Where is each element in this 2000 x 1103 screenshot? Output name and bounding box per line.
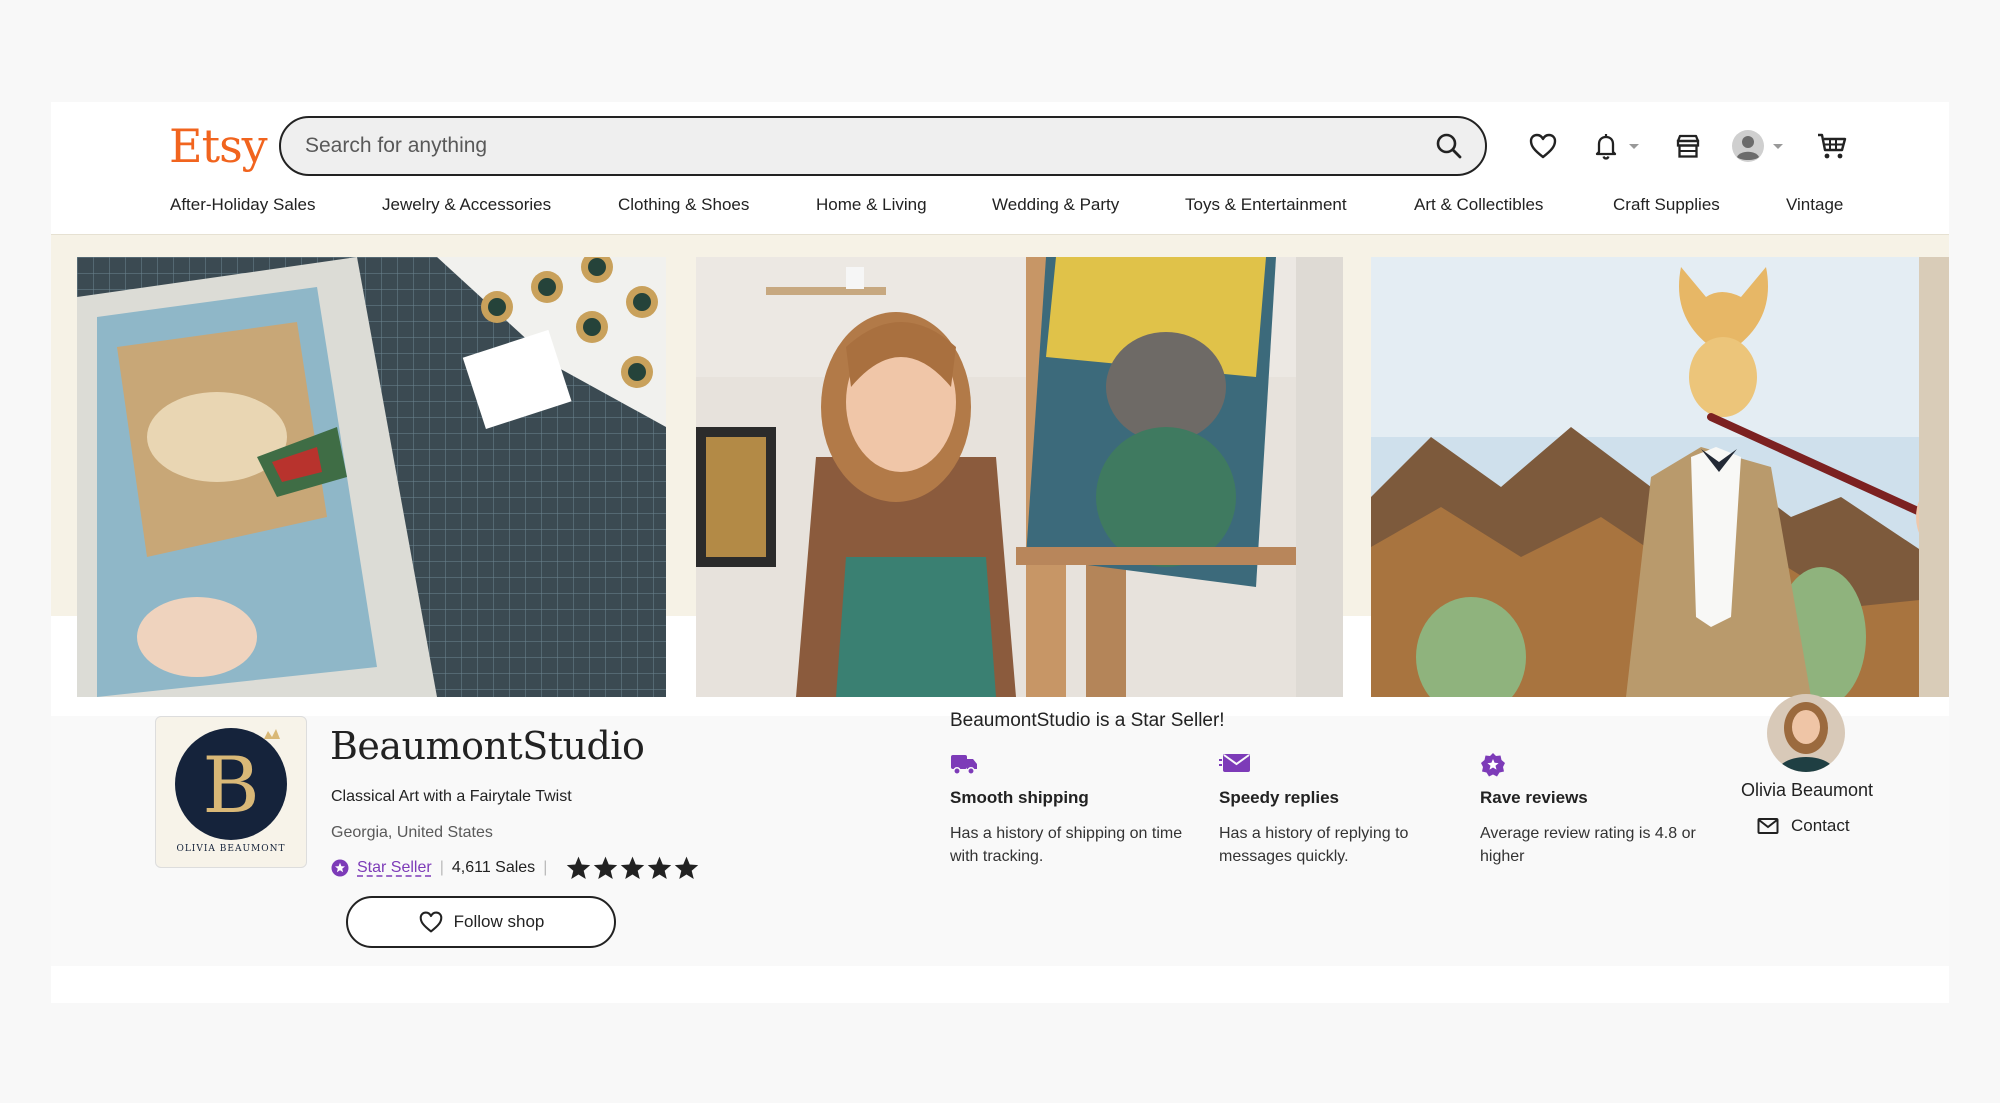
mail-icon <box>1757 818 1779 834</box>
divider: | <box>439 859 444 876</box>
cart-button[interactable] <box>1816 126 1848 166</box>
feature-smooth-shipping: Smooth shipping Has a history of shippin… <box>950 752 1210 868</box>
search-icon <box>1436 133 1462 159</box>
nav-item-home-living[interactable]: Home & Living <box>816 194 927 216</box>
shop-manager-button[interactable] <box>1673 126 1703 166</box>
banner-photo-prints <box>77 257 666 697</box>
star-seller-heading: BeaumontStudio is a Star Seller! <box>950 710 1225 731</box>
feature-description: Has a history of shipping on time with t… <box>950 825 1183 865</box>
account-button[interactable] <box>1731 126 1785 166</box>
nav-item-craft-supplies[interactable]: Craft Supplies <box>1613 194 1720 216</box>
truck-icon <box>951 755 977 775</box>
star-badge-icon <box>1481 753 1505 777</box>
search-bar <box>279 116 1487 176</box>
star-seller-link[interactable]: Star Seller <box>357 859 432 877</box>
feature-title: Smooth shipping <box>950 788 1089 807</box>
nav-item-wedding-party[interactable]: Wedding & Party <box>992 194 1119 216</box>
star-icon <box>594 856 618 880</box>
feature-description: Has a history of replying to messages qu… <box>1219 825 1409 865</box>
nav-item-toys-entertainment[interactable]: Toys & Entertainment <box>1185 194 1347 216</box>
feature-title: Speedy replies <box>1219 788 1340 807</box>
divider: | <box>543 859 548 876</box>
nav-item-jewelry-accessories[interactable]: Jewelry & Accessories <box>382 194 551 216</box>
shop-info-section: B OLIVIA BEAUMONT BeaumontStudio Classic… <box>51 694 1949 966</box>
bell-icon <box>1595 134 1617 160</box>
page-frame: Etsy Search for anything After-Holiday S… <box>51 102 1949 1003</box>
shop-location: Georgia, United States <box>331 824 493 841</box>
notifications-button[interactable] <box>1591 126 1641 166</box>
envelope-icon <box>1219 754 1250 772</box>
star-icon <box>675 856 699 880</box>
search-input[interactable] <box>305 130 1385 162</box>
search-button[interactable] <box>1431 128 1467 164</box>
nav-item-art-collectibles[interactable]: Art & Collectibles <box>1414 194 1543 216</box>
shop-sales-count: 4,611 Sales <box>451 859 536 876</box>
star-icon <box>567 856 591 880</box>
follow-shop-button[interactable]: Follow shop <box>346 896 616 948</box>
shop-stats: Star Seller | 4,611 Sales | <box>331 854 700 882</box>
shop-logo-monogram: B <box>202 741 259 831</box>
nav-item-clothing-shoes[interactable]: Clothing & Shoes <box>618 194 749 216</box>
avatar-icon <box>1732 130 1764 162</box>
star-seller-badge-icon <box>331 859 349 877</box>
feature-title: Rave reviews <box>1480 788 1588 807</box>
heart-icon <box>1529 133 1557 159</box>
shop-name: BeaumontStudio <box>330 724 645 768</box>
follow-shop-label: Follow shop <box>453 912 545 931</box>
owner-name[interactable]: Olivia Beaumont <box>1717 780 1897 801</box>
contact-button[interactable]: Contact <box>1757 816 1850 836</box>
shop-banner <box>51 234 1949 697</box>
etsy-logo[interactable]: Etsy <box>169 116 268 176</box>
feature-rave-reviews: Rave reviews Average review rating is 4.… <box>1480 752 1740 868</box>
owner-avatar[interactable] <box>1767 694 1845 772</box>
nav-item-vintage[interactable]: Vintage <box>1786 194 1843 216</box>
favorites-button[interactable] <box>1528 126 1558 166</box>
chevron-down-icon <box>1773 144 1783 149</box>
category-nav: After-Holiday Sales Jewelry & Accessorie… <box>51 194 1949 236</box>
cart-icon <box>1818 133 1847 159</box>
star-icon <box>621 856 645 880</box>
shop-logo-text: OLIVIA BEAUMONT <box>176 844 285 854</box>
shop-rating[interactable] <box>565 855 700 881</box>
feature-description: Average review rating is 4.8 or higher <box>1480 825 1696 865</box>
heart-icon <box>419 911 442 933</box>
shop-logo[interactable]: B OLIVIA BEAUMONT <box>155 716 307 868</box>
nav-item-after-holiday-sales[interactable]: After-Holiday Sales <box>170 194 316 216</box>
feature-speedy-replies: Speedy replies Has a history of replying… <box>1219 752 1479 868</box>
banner-photo-painting <box>1371 257 1949 697</box>
star-icon <box>648 856 672 880</box>
shop-tagline: Classical Art with a Fairytale Twist <box>331 788 572 805</box>
contact-label: Contact <box>1791 816 1850 835</box>
chevron-down-icon <box>1629 144 1639 149</box>
shop-icon <box>1676 134 1700 158</box>
banner-photo-artist <box>696 257 1343 697</box>
